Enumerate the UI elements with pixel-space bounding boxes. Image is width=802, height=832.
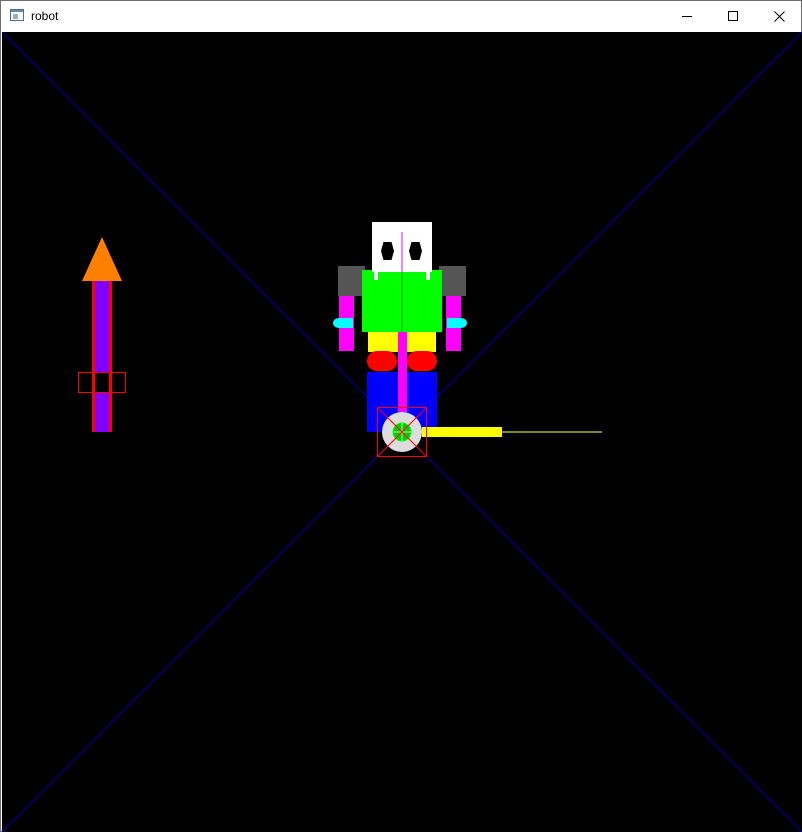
left-knee <box>367 351 397 371</box>
minimize-icon <box>682 16 692 17</box>
app-window: robot <box>0 0 802 832</box>
minimize-button[interactable] <box>664 1 710 31</box>
scene-svg <box>2 32 802 832</box>
window-title: robot <box>31 9 59 23</box>
left-hand <box>333 318 353 328</box>
close-icon <box>774 11 785 22</box>
ground-bar <box>422 427 502 437</box>
render-canvas[interactable] <box>2 32 802 832</box>
neck-left <box>374 270 378 280</box>
app-icon <box>10 9 24 21</box>
arrow-shaft <box>95 281 109 432</box>
close-button[interactable] <box>756 1 802 31</box>
robot <box>333 222 602 457</box>
right-shoulder <box>439 266 466 296</box>
arrow-head <box>82 237 122 281</box>
right-hand <box>447 318 467 328</box>
spine-rod <box>398 332 407 412</box>
direction-arrow <box>78 237 126 432</box>
maximize-button[interactable] <box>710 1 756 31</box>
neck-right <box>426 270 430 280</box>
left-shoulder <box>338 266 365 296</box>
right-knee <box>407 351 437 371</box>
arrow-marker-fill <box>95 373 109 392</box>
maximize-icon <box>728 11 738 21</box>
title-bar[interactable]: robot <box>1 1 801 31</box>
left-eye <box>381 242 394 260</box>
right-eye <box>409 242 422 260</box>
